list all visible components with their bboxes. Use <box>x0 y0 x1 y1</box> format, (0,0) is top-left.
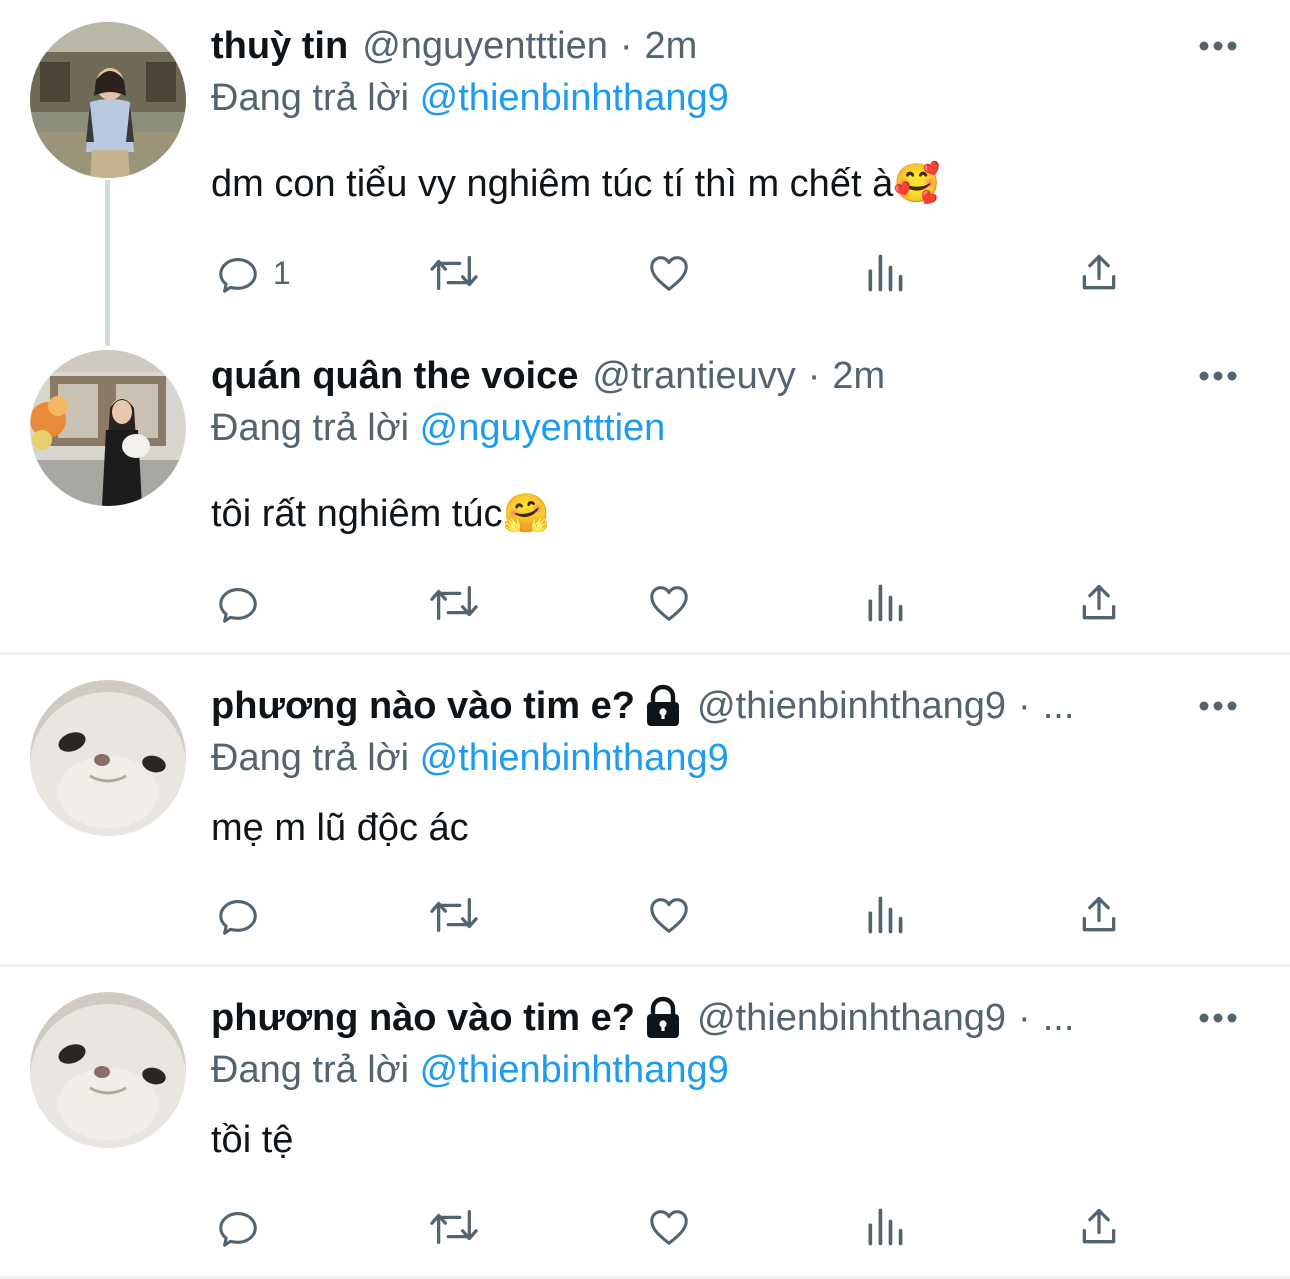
share-icon <box>1082 584 1116 620</box>
user-handle[interactable]: @trantieuvy <box>592 350 795 402</box>
tweet-header: thuỳ tin @nguyentttien · 2m <box>211 20 697 72</box>
tweet-text: tôi rất nghiêm túc🤗 <box>211 493 550 535</box>
lock-icon <box>643 684 683 728</box>
tweet-actions <box>211 890 1131 940</box>
replying-to: Đang trả lời @thienbinhthang9 <box>211 732 729 784</box>
user-handle[interactable]: @nguyentttien <box>362 20 608 72</box>
more-icon[interactable] <box>1198 698 1238 714</box>
replying-to: Đang trả lời @thienbinhthang9 <box>211 1044 729 1096</box>
tweet-actions <box>211 578 1131 628</box>
tweet[interactable]: phương nào vào tim e? @thienbinhthang9 ·… <box>0 660 1290 962</box>
more-icon[interactable] <box>1198 368 1238 384</box>
more-icon[interactable] <box>1198 38 1238 54</box>
timestamp[interactable]: 2m <box>832 350 885 402</box>
reply-button[interactable]: 1 <box>215 248 291 298</box>
retweet-button[interactable] <box>427 248 481 298</box>
timestamp[interactable]: ... <box>1043 992 1075 1044</box>
tweet-text: dm con tiểu vy nghiêm túc tí thì m chết … <box>211 163 941 205</box>
tweet[interactable]: quán quân the voice @trantieuvy · 2m Đan… <box>0 330 1290 652</box>
share-icon <box>1082 1208 1116 1244</box>
share-icon <box>1082 254 1116 290</box>
replying-to-label: Đang trả lời <box>211 1049 410 1091</box>
tweet-divider <box>0 652 1290 655</box>
like-button[interactable] <box>645 890 693 940</box>
tweet[interactable]: thuỳ tin @nguyentttien · 2m Đang trả lời… <box>0 0 1290 346</box>
timestamp[interactable]: 2m <box>645 20 698 72</box>
avatar[interactable] <box>30 680 186 836</box>
replying-to-mention[interactable]: @thienbinhthang9 <box>420 77 729 119</box>
views-button[interactable] <box>863 1202 907 1252</box>
heart-icon <box>650 1210 688 1245</box>
views-button[interactable] <box>863 890 907 940</box>
share-button[interactable] <box>1077 890 1121 940</box>
display-name[interactable]: phương nào vào tim e? <box>211 992 635 1044</box>
reply-icon <box>219 258 257 293</box>
tweet-text: tồi tệ <box>211 1119 294 1161</box>
reply-icon <box>219 900 257 935</box>
tweet-divider <box>0 964 1290 967</box>
display-name[interactable]: thuỳ tin <box>211 20 348 72</box>
user-handle[interactable]: @thienbinhthang9 <box>697 992 1006 1044</box>
timestamp[interactable]: ... <box>1043 680 1075 732</box>
lock-icon <box>643 996 683 1040</box>
retweet-button[interactable] <box>427 1202 481 1252</box>
share-button[interactable] <box>1077 1202 1121 1252</box>
display-name[interactable]: quán quân the voice <box>211 350 578 402</box>
replying-to-mention[interactable]: @thienbinhthang9 <box>420 1049 729 1091</box>
replying-to-mention[interactable]: @thienbinhthang9 <box>420 737 729 779</box>
like-button[interactable] <box>645 1202 693 1252</box>
replying-to-mention[interactable]: @nguyentttien <box>420 407 666 449</box>
heart-icon <box>650 586 688 621</box>
retweet-icon <box>430 898 478 932</box>
tweet[interactable]: phương nào vào tim e? @thienbinhthang9 ·… <box>0 972 1290 1274</box>
replying-to: Đang trả lời @nguyentttien <box>211 402 665 454</box>
separator-dot: · <box>1018 685 1031 727</box>
tweet-header: phương nào vào tim e? @thienbinhthang9 ·… <box>211 680 1074 732</box>
replying-to-label: Đang trả lời <box>211 77 410 119</box>
tweet-actions: 1 <box>211 248 1131 298</box>
views-icon <box>868 1208 903 1246</box>
replying-to: Đang trả lời @thienbinhthang9 <box>211 72 729 124</box>
separator-dot: · <box>619 25 633 67</box>
retweet-button[interactable] <box>427 578 481 628</box>
thread-connector-line <box>105 180 110 346</box>
separator-dot: · <box>1018 997 1031 1039</box>
like-button[interactable] <box>645 248 693 298</box>
user-handle[interactable]: @thienbinhthang9 <box>697 680 1006 732</box>
avatar[interactable] <box>30 22 186 178</box>
retweet-button[interactable] <box>427 890 481 940</box>
heart-icon <box>650 898 688 933</box>
more-icon[interactable] <box>1198 1010 1238 1026</box>
retweet-icon <box>430 586 478 620</box>
avatar[interactable] <box>30 992 186 1148</box>
tweet-header: quán quân the voice @trantieuvy · 2m <box>211 350 885 402</box>
replying-to-label: Đang trả lời <box>211 407 410 449</box>
reply-button[interactable] <box>215 578 273 628</box>
reply-count: 1 <box>273 254 291 291</box>
share-button[interactable] <box>1077 248 1121 298</box>
replying-to-label: Đang trả lời <box>211 737 410 779</box>
separator-dot: · <box>807 355 821 397</box>
views-icon <box>868 896 903 934</box>
share-button[interactable] <box>1077 578 1121 628</box>
views-button[interactable] <box>863 248 907 298</box>
views-icon <box>868 584 903 622</box>
retweet-icon <box>430 1210 478 1244</box>
retweet-icon <box>430 256 478 290</box>
tweet-header: phương nào vào tim e? @thienbinhthang9 ·… <box>211 992 1074 1044</box>
reply-button[interactable] <box>215 890 273 940</box>
heart-icon <box>650 256 688 291</box>
avatar[interactable] <box>30 350 186 506</box>
reply-button[interactable] <box>215 1202 273 1252</box>
views-button[interactable] <box>863 578 907 628</box>
display-name[interactable]: phương nào vào tim e? <box>211 680 635 732</box>
like-button[interactable] <box>645 578 693 628</box>
tweet-actions <box>211 1202 1131 1252</box>
share-icon <box>1082 896 1116 932</box>
reply-icon <box>219 1212 257 1247</box>
tweet-text: mẹ m lũ độc ác <box>211 807 469 849</box>
reply-icon <box>219 588 257 623</box>
views-icon <box>868 254 903 292</box>
